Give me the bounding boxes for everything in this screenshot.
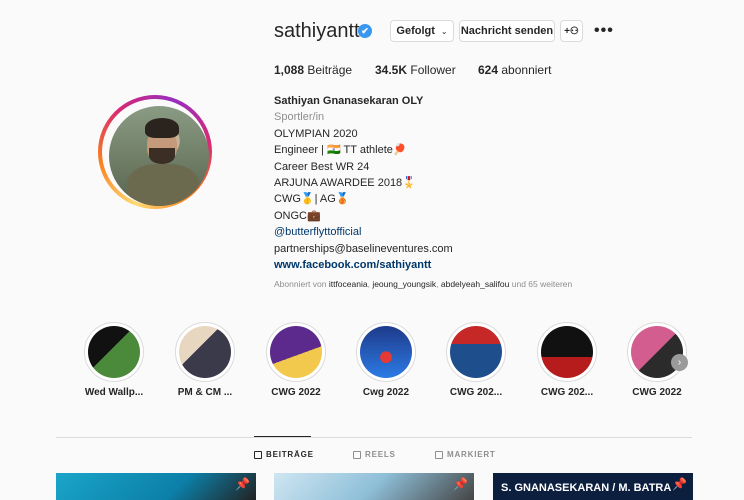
following-stat[interactable]: 624 abonniert: [478, 63, 551, 77]
story-highlight[interactable]: PM & CM ...: [175, 322, 235, 398]
highlight-ring: [266, 322, 326, 382]
suggest-users-button[interactable]: +⚇: [560, 20, 583, 42]
tab-reels[interactable]: REELS: [353, 450, 396, 459]
followed-by-user[interactable]: abdelyeah_salifou: [441, 279, 510, 289]
story-highlight[interactable]: CWG 2022: [266, 322, 326, 398]
highlight-cover: [270, 326, 322, 378]
more-options-icon[interactable]: •••: [594, 22, 614, 40]
highlight-ring: [446, 322, 506, 382]
posts-stat: 1,088 Beiträge: [274, 63, 352, 77]
followed-by-prefix: Abonniert von: [274, 279, 329, 289]
profile-picture-frame: [102, 99, 209, 206]
website-link[interactable]: www.facebook.com/sathiyantt: [274, 257, 453, 273]
following-button-label: Gefolgt: [396, 25, 435, 37]
followed-by-user[interactable]: ittfoceania: [329, 279, 368, 289]
highlight-cover: [179, 326, 231, 378]
followed-by-suffix: und 65 weiteren: [509, 279, 573, 289]
profile-username: sathiyantt: [274, 20, 360, 42]
following-button[interactable]: Gefolgt ⌄: [390, 20, 454, 42]
followers-label: Follower: [410, 63, 456, 77]
full-name: Sathiyan Gnanasekaran OLY: [274, 95, 424, 107]
bio-line: ARJUNA AWARDEE 2018🎖️: [274, 177, 416, 190]
pinned-post-icon: 📌: [235, 477, 250, 491]
add-user-icon: +⚇: [564, 25, 579, 37]
highlight-label: PM & CM ...: [177, 387, 233, 398]
highlight-ring: [537, 322, 597, 382]
posts-label: Beiträge: [307, 63, 353, 77]
highlight-ring: [627, 322, 687, 382]
post-overlay-title: S. GNANASEKARAN / M. BATRA: [501, 482, 672, 494]
tagged-icon: [435, 450, 443, 459]
avatar-shirt: [127, 164, 199, 206]
verified-badge-icon: ✔: [358, 24, 372, 38]
tab-tagged[interactable]: MARKIERT: [435, 450, 496, 459]
highlight-label: CWG 202...: [449, 387, 503, 398]
highlight-ring: [356, 322, 416, 382]
highlight-ring: [175, 322, 235, 382]
highlight-cover: [450, 326, 502, 378]
tab-label: BEITRÄGE: [266, 450, 314, 459]
avatar-beard: [149, 148, 175, 164]
highlight-label: Wed Wallp...: [84, 387, 144, 398]
reels-icon: [353, 450, 361, 459]
tab-label: REELS: [365, 450, 396, 459]
story-highlight[interactable]: CWG 202...: [446, 322, 506, 398]
posts-count: 1,088: [274, 63, 305, 77]
post-thumbnail[interactable]: 📌: [274, 473, 474, 500]
avatar-hair: [145, 118, 179, 138]
tab-label: MARKIERT: [447, 450, 496, 459]
bio-line: ONGC💼: [274, 209, 321, 222]
profile-picture: [109, 106, 209, 206]
pinned-post-icon: 📌: [672, 477, 687, 491]
highlight-cover: [88, 326, 140, 378]
highlight-ring: [84, 322, 144, 382]
bio-line: OLYMPIAN 2020: [274, 127, 358, 140]
highlight-label: CWG 202...: [540, 387, 594, 398]
profile-bio: Sathiyan Gnanasekaran OLY Sportler/in OL…: [274, 93, 453, 273]
grid-icon: [254, 450, 262, 459]
tab-posts[interactable]: BEITRÄGE: [254, 450, 314, 459]
followed-by-user[interactable]: jeoung_youngsik: [372, 279, 436, 289]
bio-mention-link[interactable]: @butterflyttofficial: [274, 224, 453, 240]
profile-category: Sportler/in: [274, 111, 325, 124]
send-message-button[interactable]: Nachricht senden: [459, 20, 555, 42]
chevron-right-icon[interactable]: ›: [671, 354, 688, 371]
highlight-cover: [360, 326, 412, 378]
bio-line: CWG🥇| AG🥉: [274, 193, 350, 206]
chevron-down-icon: ⌄: [440, 26, 448, 36]
post-thumbnail[interactable]: 📌: [56, 473, 256, 500]
followers-stat[interactable]: 34.5K Follower: [375, 63, 456, 77]
highlight-label: CWG 2022: [632, 387, 682, 398]
post-thumbnail[interactable]: S. GNANASEKARAN / M. BATRA 📌: [493, 473, 693, 500]
profile-picture-ring[interactable]: [98, 95, 212, 209]
highlight-label: CWG 2022: [271, 387, 321, 398]
highlight-label: Cwg 2022: [362, 387, 410, 398]
highlight-cover: [541, 326, 593, 378]
following-count: 624: [478, 63, 499, 77]
story-highlight[interactable]: Cwg 2022: [356, 322, 416, 398]
bio-line: Engineer | 🇮🇳 TT athlete🏓: [274, 144, 407, 157]
bio-email: partnerships@baselineventures.com: [274, 242, 453, 255]
pinned-post-icon: 📌: [453, 477, 468, 491]
story-highlight[interactable]: Wed Wallp...: [84, 322, 144, 398]
active-tab-indicator: [254, 436, 311, 437]
tabs-divider: [56, 437, 692, 438]
bio-line: Career Best WR 24: [274, 160, 370, 173]
followed-by-text[interactable]: Abonniert von ittfoceania, jeoung_youngs…: [274, 279, 572, 289]
story-highlight[interactable]: CWG 202...: [537, 322, 597, 398]
following-label: abonniert: [501, 63, 552, 77]
followers-count: 34.5K: [375, 63, 408, 77]
